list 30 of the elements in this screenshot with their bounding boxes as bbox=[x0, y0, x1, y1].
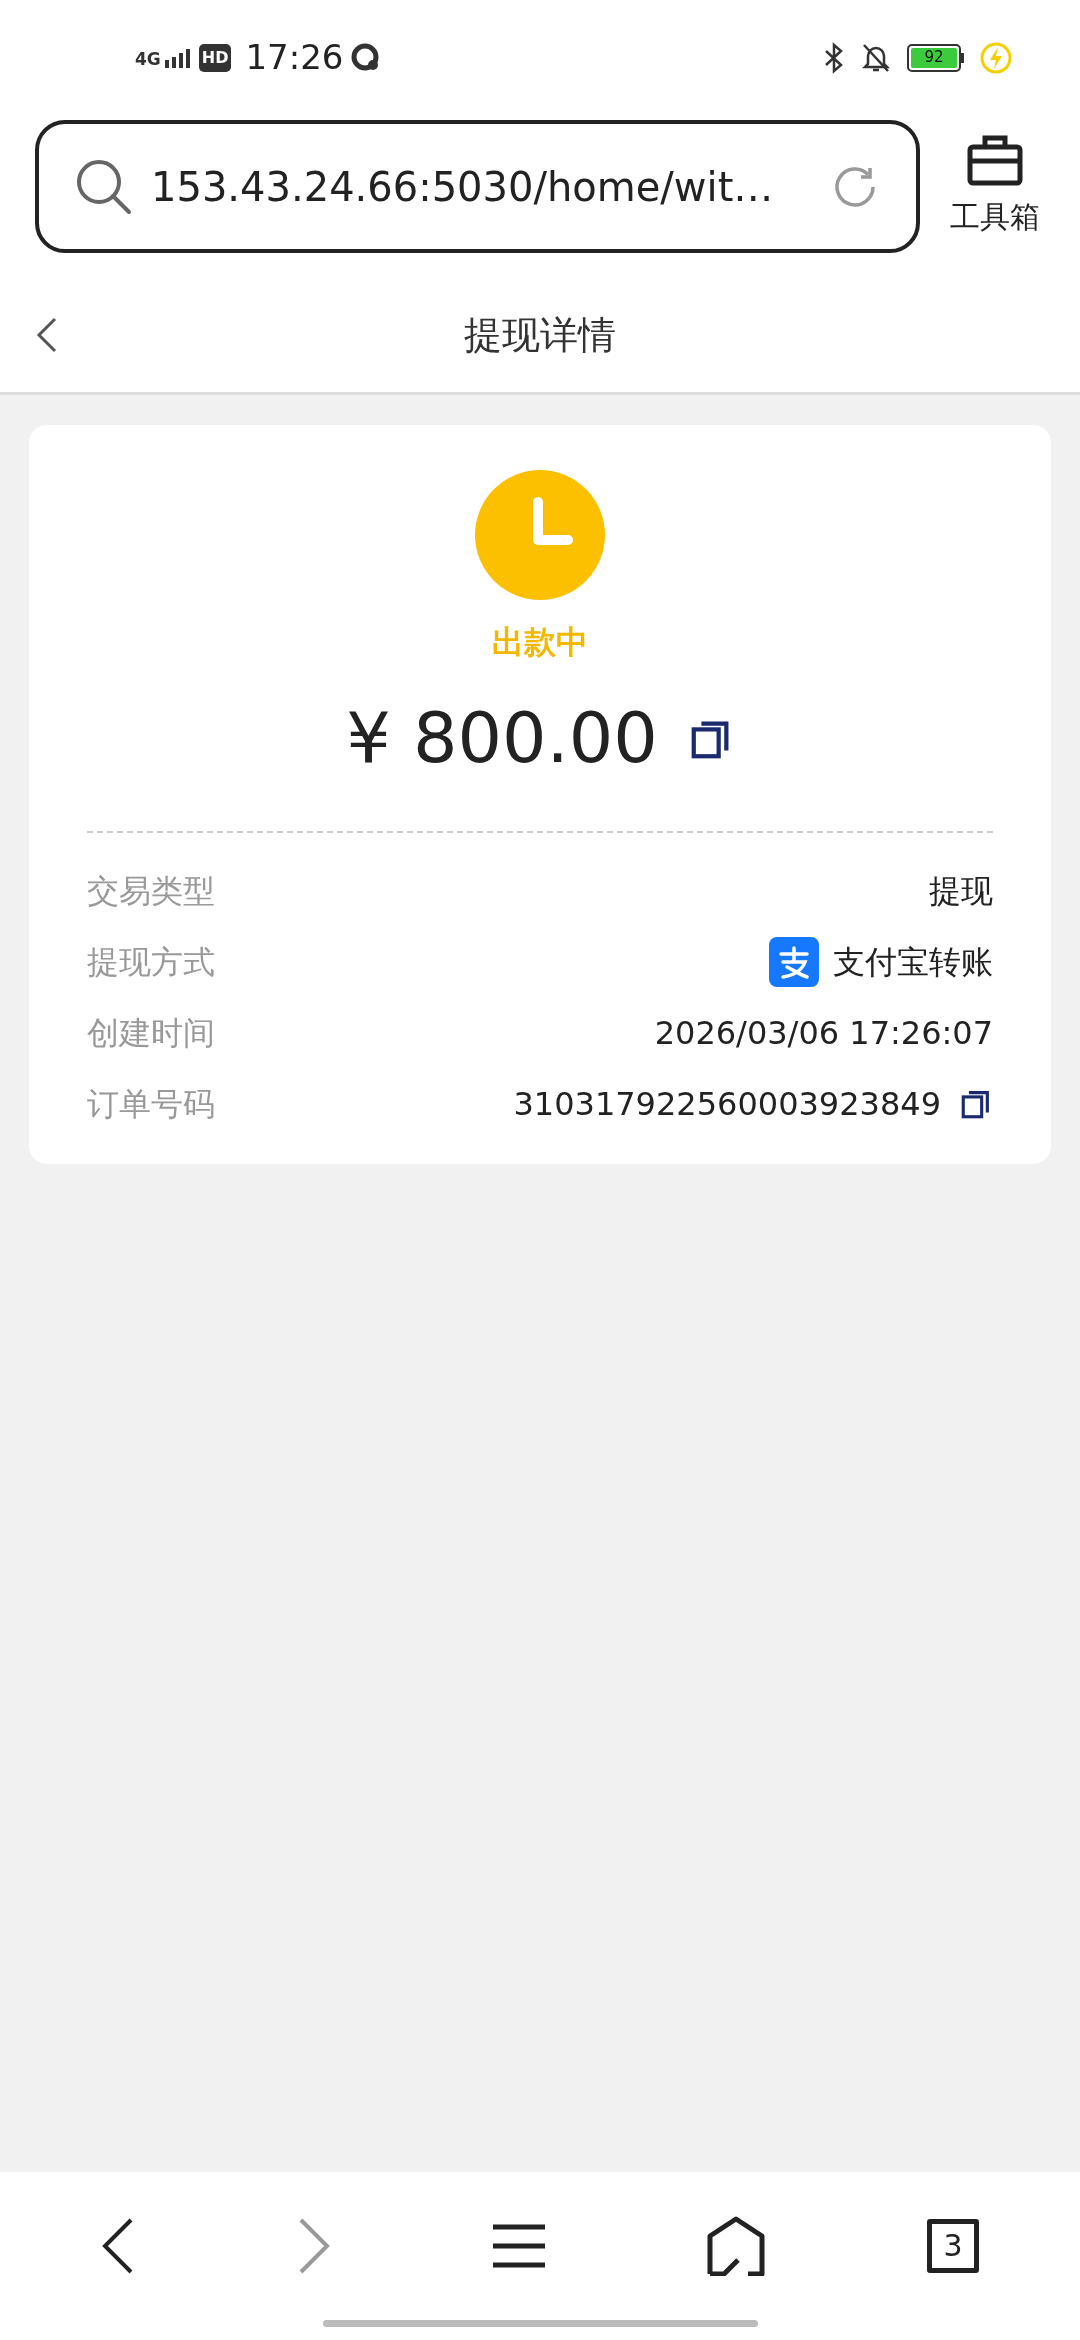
detail-value: 2026/03/06 17:26:07 bbox=[654, 1012, 993, 1054]
back-icon[interactable] bbox=[101, 2218, 135, 2274]
detail-label: 提现方式 bbox=[87, 941, 215, 983]
charging-icon bbox=[980, 41, 1012, 74]
back-icon[interactable] bbox=[35, 315, 59, 355]
hd-badge: HD bbox=[198, 43, 232, 72]
detail-label: 交易类型 bbox=[87, 870, 215, 912]
url-text: 153.43.24.66:5030/home/wit… bbox=[151, 162, 775, 212]
detail-label: 创建时间 bbox=[87, 1012, 215, 1054]
search-icon bbox=[75, 157, 133, 216]
signal-icon bbox=[162, 47, 191, 68]
status-label: 出款中 bbox=[492, 622, 588, 663]
battery-level: 92 bbox=[924, 50, 944, 65]
detail-value: 支付宝转账 bbox=[833, 941, 993, 983]
address-bar[interactable]: 153.43.24.66:5030/home/wit… bbox=[35, 120, 920, 253]
detail-value: 提现 bbox=[929, 870, 993, 912]
tabs-button[interactable]: 3 bbox=[927, 2219, 979, 2273]
amount-text: ¥ 800.00 bbox=[346, 696, 658, 781]
detail-value: 310317922560003923849 bbox=[513, 1083, 941, 1125]
briefcase-icon bbox=[967, 134, 1023, 186]
network-label: 4G bbox=[135, 50, 161, 68]
page-title: 提现详情 bbox=[464, 311, 616, 359]
toolbox-button[interactable]: 工具箱 bbox=[945, 134, 1045, 239]
menu-icon[interactable] bbox=[493, 2223, 545, 2269]
payment-app-icon bbox=[769, 936, 819, 987]
status-time: 17:26 bbox=[245, 36, 344, 79]
home-icon[interactable] bbox=[707, 2216, 765, 2276]
bluetooth-icon bbox=[823, 41, 845, 74]
detail-label: 订单号码 bbox=[87, 1083, 215, 1125]
clock-icon bbox=[475, 470, 605, 600]
